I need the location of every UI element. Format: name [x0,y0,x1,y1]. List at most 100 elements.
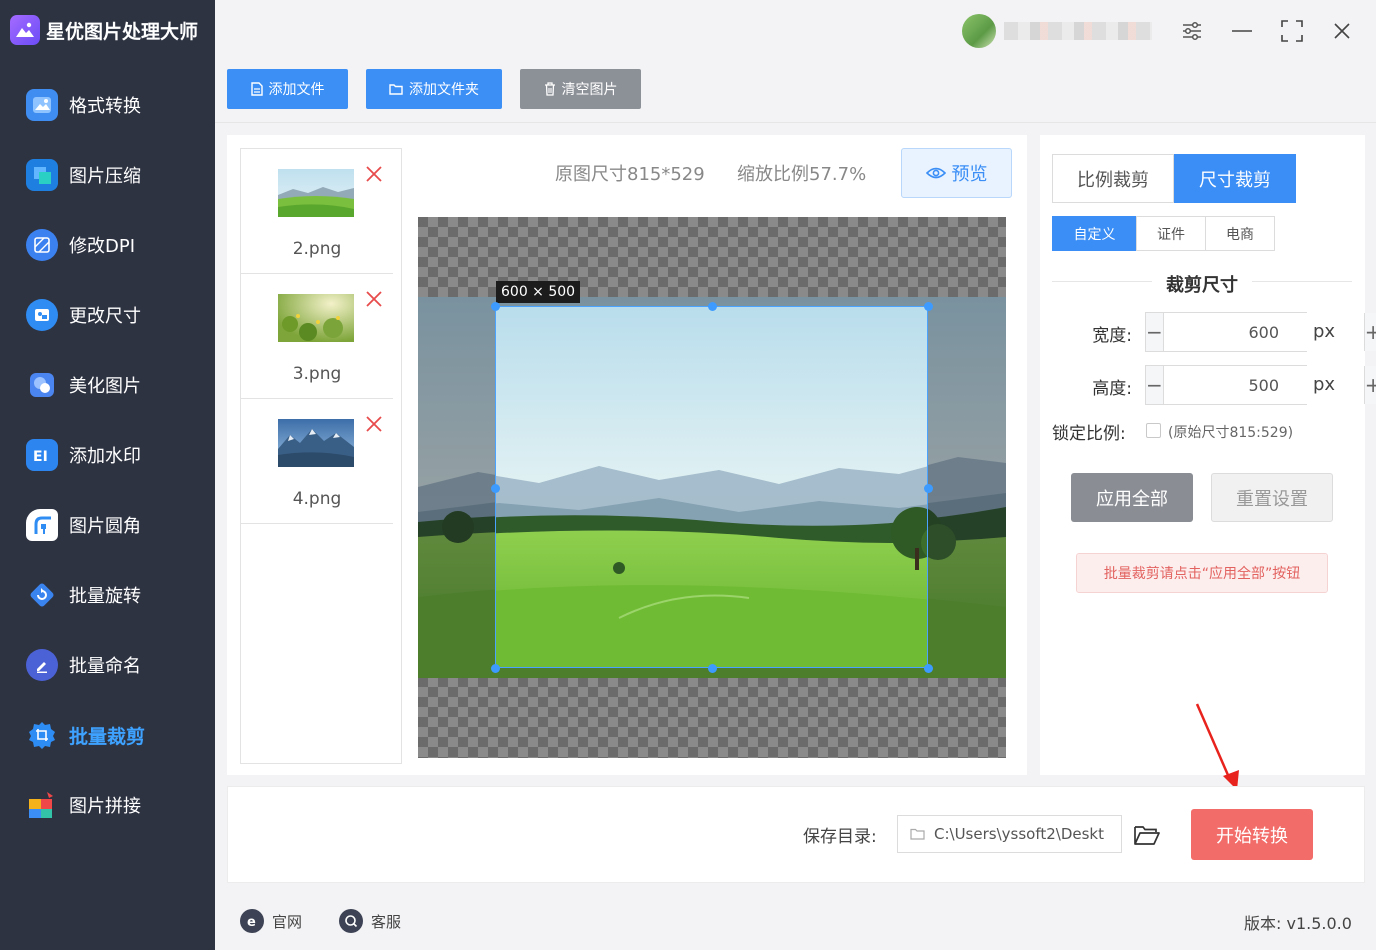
watermark-icon: EI [26,439,58,471]
tab-label: 尺寸裁剪 [1199,169,1271,191]
sidebar-item-puzzle[interactable]: 图片拼接 [0,770,215,840]
file-name: 2.png [292,239,342,259]
apply-all-label: 应用全部 [1096,488,1168,510]
crop-handle[interactable] [924,484,933,493]
thumbnail-image [278,294,354,342]
toolbar-divider [215,122,1376,123]
crop-handle[interactable] [924,664,933,673]
sidebar-item-label: 格式转换 [69,96,141,117]
preview-label: 预览 [951,164,988,185]
batch-crop-notice: 批量裁剪请点击“应用全部”按钮 [1076,553,1328,593]
sidebar-item-crop[interactable]: 批量裁剪 [0,700,215,770]
sidebar-item-label: 批量旋转 [69,586,141,607]
clear-images-label: 清空图片 [561,82,618,98]
list-item[interactable]: 4.png [241,399,393,524]
tab-label: 自定义 [1073,226,1116,243]
start-convert-button[interactable]: 开始转换 [1191,809,1313,860]
crop-selection[interactable] [495,306,928,668]
tab-ratio-crop[interactable]: 比例裁剪 [1052,154,1174,203]
rename-icon [26,649,58,681]
start-convert-label: 开始转换 [1216,825,1288,847]
tab-size-crop[interactable]: 尺寸裁剪 [1174,154,1296,203]
settings-sliders-icon[interactable] [1175,14,1209,48]
beautify-icon [26,369,58,401]
sidebar-item-rounded-corner[interactable]: 图片圆角 [0,490,215,560]
original-ratio-hint: (原始尺寸815:529) [1168,425,1294,441]
website-label: 官网 [272,912,303,931]
tab-ecommerce[interactable]: 电商 [1205,216,1275,251]
save-directory-input[interactable]: C:\Users\yssoft2\Deskt [897,815,1122,853]
add-file-button[interactable]: 添加文件 [227,69,348,109]
sidebar-item-label: 批量命名 [69,656,141,677]
dpi-icon [26,229,58,261]
reset-settings-button[interactable]: 重置设置 [1211,473,1333,522]
crop-handle[interactable] [491,484,500,493]
file-list: 2.png 3.png 4.png [240,148,402,764]
version-text: 版本: v1.5.0.0 [1244,914,1352,933]
app-logo-icon [10,15,40,45]
delete-file-icon[interactable] [363,163,385,185]
height-stepper[interactable]: − + [1145,365,1376,405]
file-icon [250,82,263,96]
lock-ratio-label: 锁定比例: [1052,424,1126,444]
sidebar-item-label: 图片圆角 [69,516,141,537]
add-folder-button[interactable]: 添加文件夹 [366,69,502,109]
trash-icon [544,82,555,96]
maximize-icon[interactable] [1275,14,1309,48]
height-decrement-button[interactable]: − [1146,366,1163,404]
eye-icon [925,167,946,179]
sidebar-item-rename[interactable]: 批量命名 [0,630,215,700]
crop-handle[interactable] [924,302,933,311]
support-chat-icon [339,909,363,933]
sidebar-item-label: 批量裁剪 [69,725,146,748]
sidebar-item-label: 图片压缩 [69,166,141,187]
save-directory-label: 保存目录: [803,827,877,847]
delete-file-icon[interactable] [363,413,385,435]
sidebar-item-beautify[interactable]: 美化图片 [0,350,215,420]
sidebar-item-format-convert[interactable]: 格式转换 [0,70,215,140]
sidebar-item-dpi[interactable]: 修改DPI [0,210,215,280]
close-icon[interactable] [1325,14,1359,48]
crop-size-label: 600 × 500 [496,281,581,303]
sidebar-item-resize[interactable]: 更改尺寸 [0,280,215,350]
open-folder-icon[interactable] [1132,820,1162,850]
apply-all-button[interactable]: 应用全部 [1071,473,1193,522]
tab-id-photo[interactable]: 证件 [1136,216,1206,251]
sidebar: 星优图片处理大师 格式转换 图片压缩 修改DPI 更改尺寸 美化图片 EI 添加… [0,0,215,950]
width-increment-button[interactable]: + [1364,313,1376,351]
crop-handle[interactable] [491,664,500,673]
preview-button[interactable]: 预览 [901,148,1012,198]
sidebar-item-label: 图片拼接 [69,796,141,817]
list-item[interactable]: 3.png [241,274,393,399]
lock-ratio-checkbox[interactable] [1146,423,1161,438]
folder-icon [389,84,403,95]
minimize-icon[interactable] [1225,14,1259,48]
sidebar-item-rotate[interactable]: 批量旋转 [0,560,215,630]
crop-handle[interactable] [708,302,717,311]
resize-icon [26,299,58,331]
sidebar-item-label: 修改DPI [69,236,136,257]
zoom-ratio-text: 缩放比例57.7% [737,164,867,185]
clear-images-button[interactable]: 清空图片 [520,69,641,109]
sidebar-nav: 格式转换 图片压缩 修改DPI 更改尺寸 美化图片 EI 添加水印 图片圆角 批… [0,70,215,840]
sidebar-item-watermark[interactable]: EI 添加水印 [0,420,215,490]
tab-label: 电商 [1226,226,1254,243]
width-decrement-button[interactable]: − [1146,313,1163,351]
sidebar-item-label: 添加水印 [69,446,141,467]
sidebar-item-compress[interactable]: 图片压缩 [0,140,215,210]
height-increment-button[interactable]: + [1364,366,1376,404]
sidebar-item-label: 更改尺寸 [69,306,141,327]
support-link[interactable]: 客服 [339,908,401,934]
list-item[interactable]: 2.png [241,149,393,274]
width-stepper[interactable]: − + [1145,312,1376,352]
thumbnail-image [278,419,354,467]
width-label: 宽度: [1092,326,1132,346]
website-link[interactable]: e 官网 [240,908,302,934]
avatar[interactable] [962,14,996,48]
tab-custom[interactable]: 自定义 [1052,216,1137,251]
crop-handle[interactable] [708,664,717,673]
delete-file-icon[interactable] [363,288,385,310]
browser-icon: e [240,909,264,933]
crop-handle[interactable] [491,302,500,311]
crop-icon [26,719,58,751]
